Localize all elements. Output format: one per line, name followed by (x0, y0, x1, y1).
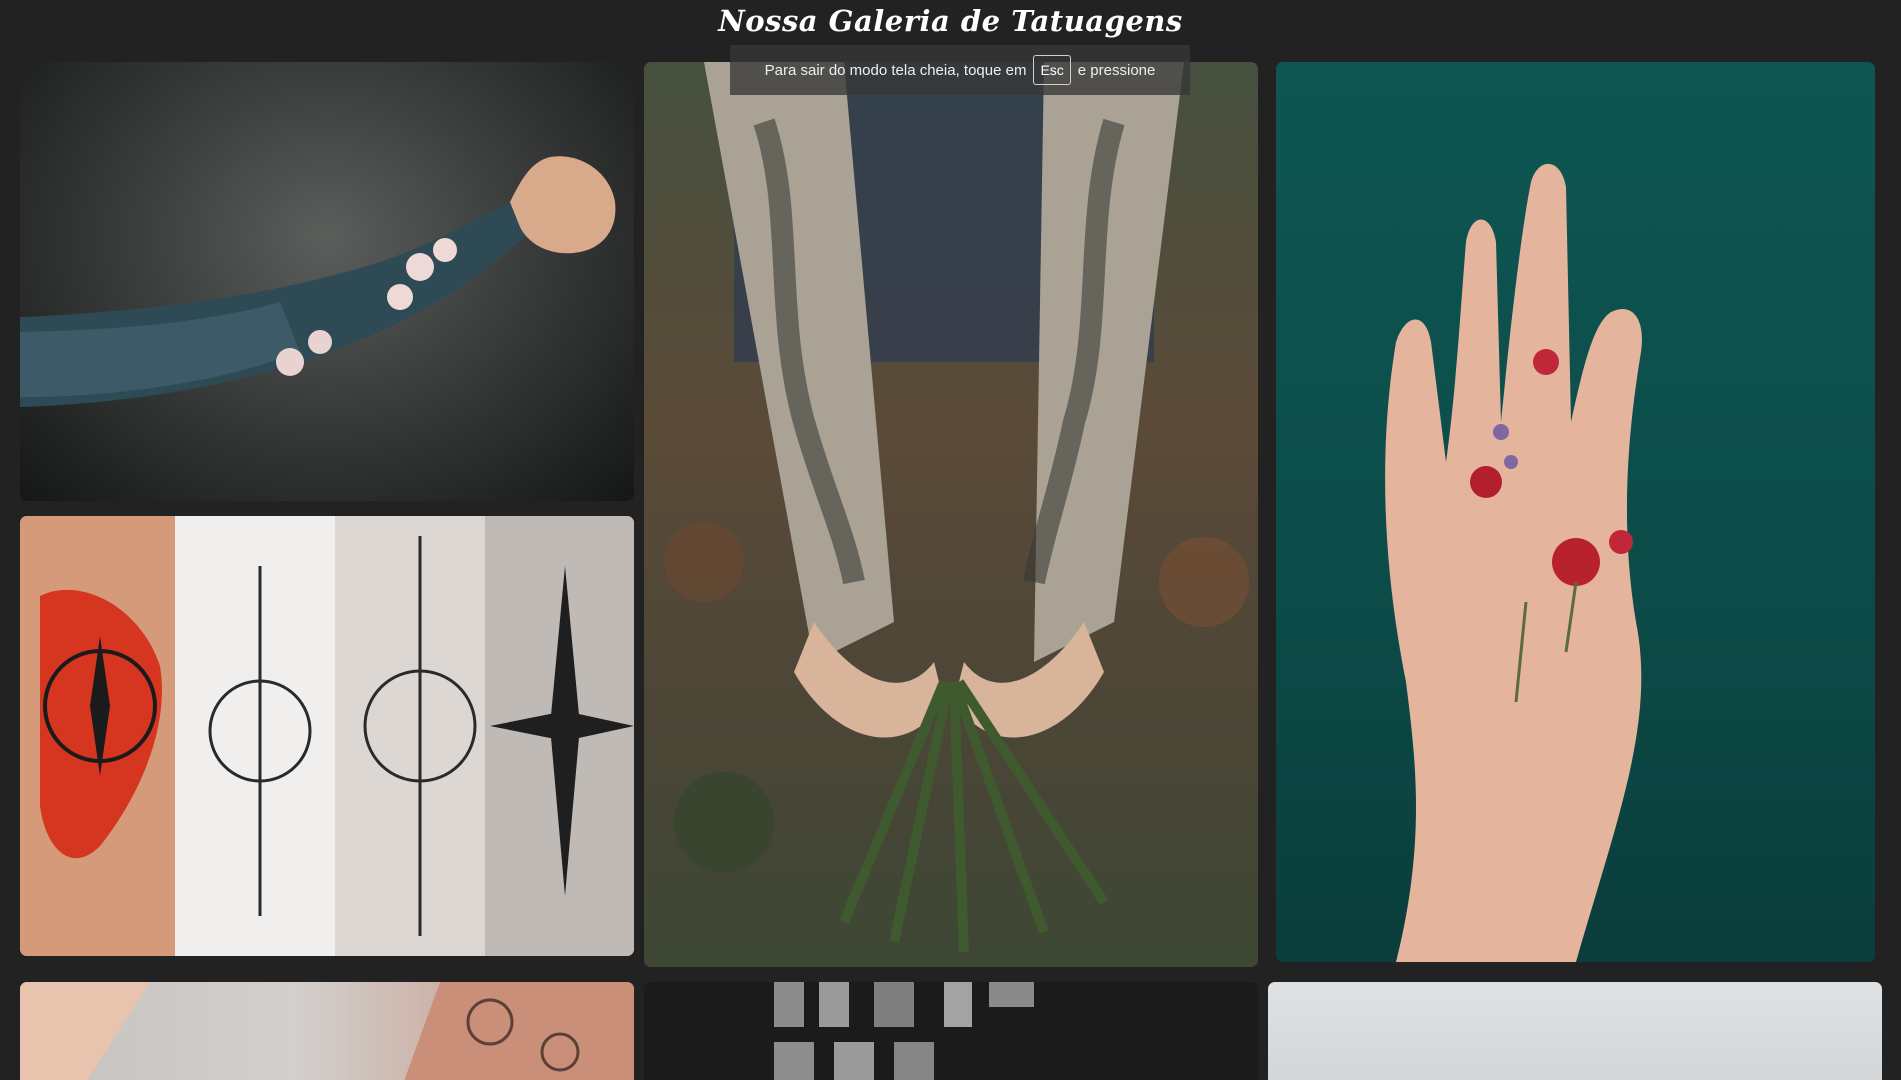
gallery-image-dark-shirt[interactable] (644, 982, 1258, 1080)
page-title: Nossa Galeria de Tatuagens (718, 4, 1183, 38)
fullscreen-notice-text: Para sair do modo tela cheia, toque em (764, 61, 1027, 79)
gallery-image-floral-hand[interactable] (1276, 62, 1875, 962)
gallery-image-arm-tattoo[interactable] (20, 982, 634, 1080)
gallery-page: Nossa Galeria de Tatuagens Para sair do … (0, 0, 1901, 1080)
gallery-image-light-background[interactable] (1268, 982, 1882, 1080)
esc-key-badge: Esc (1033, 55, 1071, 85)
fullscreen-notice-text-end: e pressione (1077, 61, 1156, 79)
fullscreen-exit-notice: Para sair do modo tela cheia, toque em E… (730, 45, 1190, 95)
gallery-image-arm-sleeve[interactable] (20, 62, 634, 501)
gallery-image-compass-tattoos[interactable] (20, 516, 634, 956)
gallery-image-forearms-plant[interactable] (644, 62, 1258, 967)
